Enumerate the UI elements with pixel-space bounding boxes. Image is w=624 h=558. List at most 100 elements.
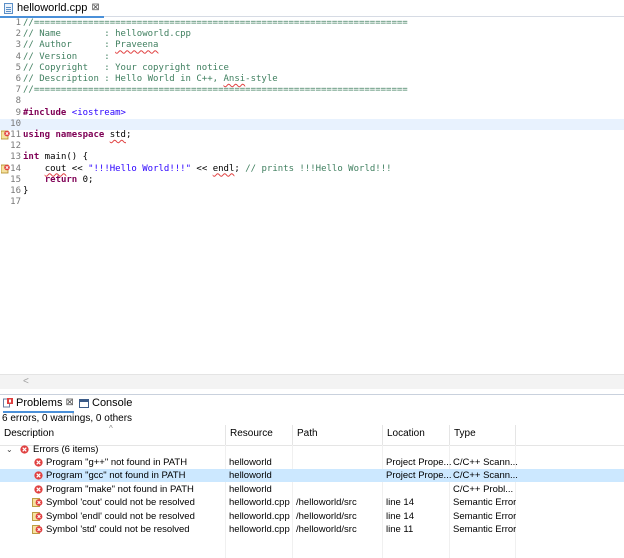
code-line[interactable]: 6// Description : Hello World in C++, An… [0,74,624,85]
error-icon [34,458,43,467]
tab-console[interactable]: Console [79,395,132,411]
cell-description: Program "make" not found in PATH [46,483,194,495]
code-token: namespace [55,130,105,140]
code-token: ; [125,130,132,140]
column-location[interactable]: Location [383,425,450,445]
column-resource-label: Resource [230,428,273,439]
problem-row[interactable]: Symbol 'endl' could not be resolved hello… [0,510,624,523]
column-description[interactable]: Description ^ [0,424,226,445]
code-line[interactable]: 2// Name : helloworld.cpp [0,29,624,40]
cell-resource: helloworld.cpp [229,510,290,522]
problems-icon [3,398,13,408]
code-line[interactable]: 15 return 0; [0,175,624,186]
code-line[interactable]: 8 [0,96,624,107]
line-number: 5 [15,62,21,73]
code-line[interactable]: 4// Version : [0,52,624,63]
code-editor[interactable]: 1//=====================================… [0,18,624,374]
semantic-error-icon [32,525,43,534]
close-icon[interactable]: ⊠ [91,3,99,13]
error-icon [20,445,29,454]
code-token: "!!!Hello World!!!" [88,163,192,174]
chevron-down-icon[interactable]: ⌄ [6,443,13,456]
code-token: std [109,130,126,140]
code-text: // Version : [23,52,110,63]
code-token: main() { [39,152,89,163]
cell-location: Project Prope... [386,457,452,468]
tab-problems-label: Problems [16,397,63,409]
problem-row[interactable]: Program "make" not found in PATH hellowor… [0,483,624,496]
cell-type: Semantic Error [453,524,517,535]
line-number: 2 [15,29,21,40]
code-token: Praveena [115,40,159,51]
code-token: // Copyright : Your copyright notice [23,62,229,73]
code-token: endl [212,163,235,174]
horizontal-scrollbar[interactable]: < [0,374,624,389]
editor-tab-helloworld[interactable]: helloworld.cpp ⊠ [0,0,104,18]
code-line[interactable]: 17 [0,197,624,208]
code-line[interactable]: 10 [0,118,624,130]
column-path-label: Path [297,428,318,439]
close-icon[interactable]: ⊠ [65,398,73,408]
code-line[interactable]: 12 [0,141,624,152]
error-icon [34,485,43,494]
errors-group-row[interactable]: ⌄ Errors (6 items) [0,443,624,456]
cell-location: line 11 [386,524,414,535]
problem-row[interactable]: Program "gcc" not found in PATH helloworl… [0,469,624,483]
code-text: // Author : Praveena [23,40,158,51]
line-number: 16 [10,186,21,196]
error-icon [34,471,43,481]
code-token: ; [234,163,246,174]
code-text: //======================================… [23,18,408,29]
code-text: cout << "!!!Hello World!!!" << endl; // … [23,164,392,175]
code-line[interactable]: 11 using namespace std; [0,130,624,141]
cell-resource: helloworld [229,483,272,495]
scroll-left-icon[interactable]: < [23,376,29,387]
problem-row[interactable]: Symbol 'std' could not be resolved hellow… [0,523,624,536]
code-token: #include [23,107,67,118]
cell-type: C/C++ Scann... [453,470,518,482]
line-number: 17 [10,197,21,208]
error-marker-icon[interactable] [1,130,10,140]
line-number: 13 [10,152,21,163]
code-token: Ansi [223,74,246,84]
code-token: using [23,130,51,140]
column-resource[interactable]: Resource [226,425,293,445]
sort-up-icon: ^ [109,424,113,433]
code-line[interactable]: 5// Copyright : Your copyright notice [0,63,624,74]
code-text: // Copyright : Your copyright notice [23,63,229,74]
cpp-file-icon [4,2,13,14]
cell-type: Semantic Error [453,497,517,509]
code-line[interactable]: 1//=====================================… [0,18,624,29]
line-number: 4 [15,51,21,62]
tab-problems[interactable]: Problems ⊠ [3,395,74,413]
code-line[interactable]: 16} [0,186,624,197]
code-token: // Author : [23,40,116,51]
problem-row[interactable]: Symbol 'cout' could not be resolved hello… [0,496,624,509]
cell-location: Project Prope... [386,470,452,482]
code-token: 0; [77,174,94,185]
code-token: } [23,186,29,196]
code-token: << [191,163,213,174]
code-token: <iostream> [71,107,126,118]
code-token: << [66,163,89,174]
line-number: 7 [15,85,21,96]
code-line[interactable]: 9 #include <iostream> [0,108,624,119]
code-line[interactable]: 13 int main() { [0,152,624,163]
cell-description: Program "g++" not found in PATH [46,457,188,468]
line-number: 15 [10,174,21,185]
code-text: return 0; [23,174,94,186]
code-line[interactable]: 3// Author : Praveena [0,40,624,51]
column-path[interactable]: Path [293,425,383,445]
error-marker-icon[interactable] [1,164,10,174]
line-number: 8 [15,96,21,107]
cell-description: Program "gcc" not found in PATH [46,470,186,482]
line-number: 6 [15,74,21,84]
cell-resource: helloworld [229,457,272,468]
column-type[interactable]: Type [450,425,516,445]
code-line[interactable]: 14 cout << "!!!Hello World!!!" << endl; … [0,164,624,175]
code-line[interactable]: 7//=====================================… [0,85,624,96]
code-token: // Description : Hello World in C++, [23,74,224,84]
problem-row[interactable]: Program "g++" not found in PATH helloworl… [0,456,624,469]
tab-console-label: Console [92,397,133,409]
